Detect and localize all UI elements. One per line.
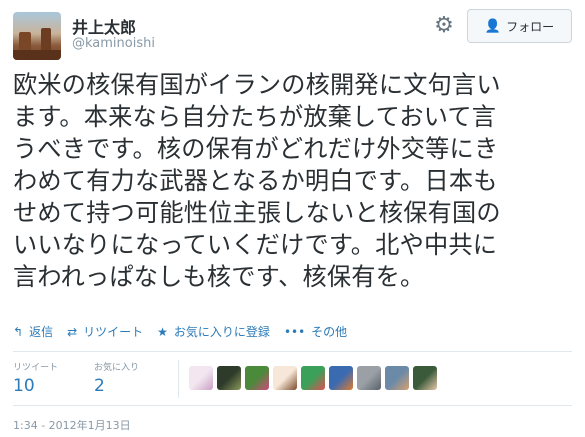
favoriter-avatar-9[interactable] [413, 366, 437, 390]
favorite-label: お気に入りに登録 [173, 325, 270, 339]
divider [178, 360, 179, 398]
favoriter-avatar-1[interactable] [189, 366, 213, 390]
favorite-count-label: お気に入り [94, 363, 140, 373]
tweet-text-line: 言われっぱなしも核です、核保有を。 [13, 263, 425, 291]
tweet-text-line: 欧米の核保有国がイランの核開発に文句言い [13, 71, 501, 99]
retweet-count-label: リツイート [13, 363, 59, 373]
more-button[interactable]: ••• その他 [284, 323, 347, 340]
favorite-button[interactable]: ★ お気に入りに登録 [157, 323, 270, 340]
tweet-text: 欧米の核保有国がイランの核開発に文句言い ます。本来なら自分たちが放棄しておいて… [13, 69, 578, 293]
more-icon: ••• [283, 324, 306, 339]
tweet-text-line: わめて有力な武器となるか明白です。日本も [13, 167, 498, 195]
favoriter-avatars [189, 366, 437, 390]
retweet-icon: ⇄ [67, 324, 78, 339]
reply-label: 返信 [29, 325, 54, 339]
divider [13, 351, 572, 352]
favoriter-avatar-7[interactable] [357, 366, 381, 390]
favorite-stat[interactable]: お気に入り 2 [94, 360, 139, 396]
tweet-text-line: せめて持つ可能性位主張しないと核保有国の [13, 199, 501, 227]
user-handle[interactable]: @kaminoishi [72, 36, 155, 51]
favoriter-avatar-3[interactable] [245, 366, 269, 390]
favoriter-avatar-6[interactable] [329, 366, 353, 390]
retweet-button[interactable]: ⇄ リツイート [67, 323, 143, 340]
favoriter-avatar-2[interactable] [217, 366, 241, 390]
tweet-timestamp[interactable]: 1:34 - 2012年1月13日 [13, 417, 131, 433]
favoriter-avatar-4[interactable] [273, 366, 297, 390]
person-plus-icon: 👤 [484, 18, 502, 34]
reply-button[interactable]: ↰ 返信 [13, 323, 53, 340]
favorite-count: 2 [94, 376, 105, 396]
gear-icon[interactable]: ⚙ [431, 13, 457, 39]
user-avatar[interactable] [13, 12, 61, 60]
follow-button[interactable]: 👤 フォロー [467, 9, 572, 43]
retweet-stat[interactable]: リツイート 10 [13, 360, 58, 396]
follow-button-label: フォロー [506, 19, 555, 34]
favoriter-avatar-5[interactable] [301, 366, 325, 390]
tweet-text-line: いいなりになっていくだけです。北や中共に [13, 231, 498, 259]
retweet-label: リツイート [83, 325, 144, 339]
tweet-text-line: ます。本来なら自分たちが放棄しておいて言 [13, 103, 497, 131]
retweet-count: 10 [13, 376, 35, 396]
tweet-actions: ↰ 返信 ⇄ リツイート ★ お気に入りに登録 ••• その他 [13, 323, 361, 340]
more-label: その他 [311, 325, 348, 339]
favoriter-avatar-8[interactable] [385, 366, 409, 390]
user-display-name[interactable]: 井上太郎 [72, 14, 136, 38]
tweet-text-line: うべきです。核の保有がどれだけ外交等にき [13, 135, 499, 163]
divider [13, 405, 572, 406]
star-icon: ★ [157, 324, 168, 339]
reply-icon: ↰ [13, 324, 24, 339]
